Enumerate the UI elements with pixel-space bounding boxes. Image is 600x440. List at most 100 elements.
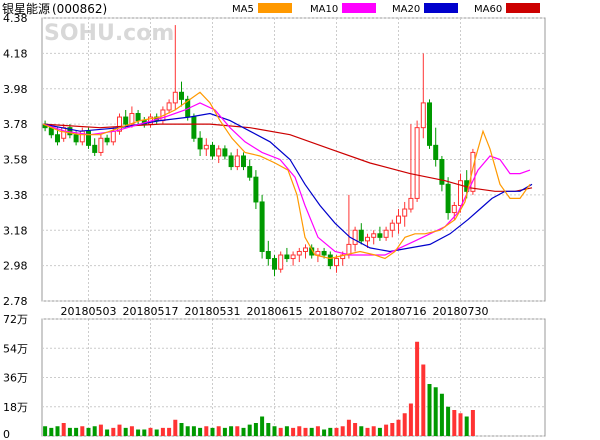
volume-bar — [377, 427, 382, 436]
legend-swatch-ma20 — [424, 3, 458, 13]
volume-bar — [222, 427, 227, 436]
candle-body — [216, 148, 222, 157]
volume-bar — [92, 426, 97, 436]
candle — [117, 113, 122, 135]
candle-body — [445, 183, 451, 214]
volume-bar — [439, 393, 444, 436]
volume-bar — [235, 426, 240, 436]
candle — [272, 255, 277, 277]
volume-bar — [67, 427, 72, 436]
price-tick-label: 3.98 — [3, 83, 28, 96]
volume-bar — [340, 426, 345, 436]
volume-bar — [210, 427, 215, 436]
volume-bar — [117, 424, 122, 436]
volume-bar — [446, 406, 451, 436]
volume-bar — [74, 427, 79, 436]
candle-body — [110, 130, 116, 143]
candle — [203, 138, 209, 156]
volume-bar — [229, 426, 234, 436]
volume-bar — [396, 419, 401, 436]
candle-body — [73, 134, 79, 143]
volume-bar — [61, 423, 66, 436]
candle-body — [222, 148, 228, 157]
volume-bar — [253, 423, 258, 436]
legend-label-ma10: MA10 — [310, 4, 338, 15]
candle — [327, 251, 333, 270]
stock-chart: 银星能源 (000862) SOHU.com MA5 MA10 MA20 MA60 4… — [2, 2, 546, 440]
candle — [371, 230, 377, 245]
volume-bar — [402, 413, 407, 436]
candle — [197, 131, 203, 156]
candle-body — [284, 254, 290, 260]
volume-bar — [390, 423, 395, 436]
volume-bar — [353, 423, 358, 436]
legend-label-ma60: MA60 — [474, 4, 502, 15]
candle — [222, 145, 228, 160]
candle-body — [259, 201, 265, 252]
volume-bar — [160, 427, 165, 436]
candle-body — [234, 155, 240, 168]
volume-bar — [278, 427, 283, 436]
candle — [247, 159, 253, 181]
candle — [216, 145, 222, 164]
volume-bar — [433, 387, 438, 436]
volume-bar — [173, 419, 178, 436]
candle — [389, 219, 395, 238]
volume-bar — [328, 427, 333, 436]
volume-axis: 72万 54万 36万 18万 0 — [3, 313, 28, 440]
price-grid — [41, 17, 546, 436]
candle-body — [427, 102, 432, 146]
candle-body — [247, 166, 253, 178]
candle-body — [321, 250, 327, 256]
stock-code: (000862) — [52, 2, 107, 16]
legend-swatch-ma60 — [506, 3, 540, 13]
volume-bar — [359, 426, 364, 436]
candle-body — [172, 91, 178, 104]
legend: MA5 MA10 MA20 MA60 — [232, 3, 540, 15]
candle-body — [241, 155, 246, 168]
candle — [408, 124, 414, 213]
moving-average-lines — [42, 91, 533, 260]
candle — [377, 226, 383, 241]
volume-bar — [148, 427, 153, 436]
candle-body — [352, 229, 358, 245]
candle — [346, 194, 352, 259]
candle-body — [166, 102, 172, 111]
volume-tick-label: 36万 — [3, 372, 28, 385]
date-tick-label: 20180531 — [185, 305, 241, 318]
candle-body — [265, 250, 271, 260]
volume-bar — [309, 427, 314, 436]
candle-body — [98, 137, 104, 153]
volume-bar — [415, 341, 420, 436]
stock-chart-widget: 银星能源 (000862) SOHU.com MA5 MA10 MA20 MA60 4… — [0, 0, 600, 440]
volume-bar — [86, 427, 91, 436]
volume-bar — [247, 424, 252, 436]
candle — [92, 138, 98, 156]
volume-bar — [136, 429, 141, 436]
candle — [234, 148, 240, 171]
volume-bar — [260, 416, 265, 436]
volume-bar — [241, 427, 246, 436]
volume-bar — [80, 426, 85, 436]
candle-body — [210, 144, 215, 157]
volume-tick-label: 54万 — [3, 342, 28, 355]
candle-body — [278, 254, 284, 270]
date-tick-label: 20180503 — [61, 305, 117, 318]
candle — [259, 194, 265, 259]
volume-bar — [365, 427, 370, 436]
volume-bar — [452, 410, 457, 436]
candle — [241, 152, 246, 171]
volume-bar — [43, 426, 48, 436]
candle-body — [272, 258, 277, 270]
date-tick-label: 20180615 — [247, 305, 303, 318]
candle — [278, 251, 284, 273]
legend-swatch-ma10 — [342, 3, 376, 13]
candle-body — [203, 144, 209, 150]
volume-bar — [458, 413, 463, 436]
candle — [414, 120, 420, 202]
volume-bar — [291, 427, 296, 436]
volume-bar — [371, 426, 376, 436]
volume-bar — [284, 426, 289, 436]
line-ma5 — [42, 91, 531, 260]
volume-bar — [142, 429, 147, 436]
